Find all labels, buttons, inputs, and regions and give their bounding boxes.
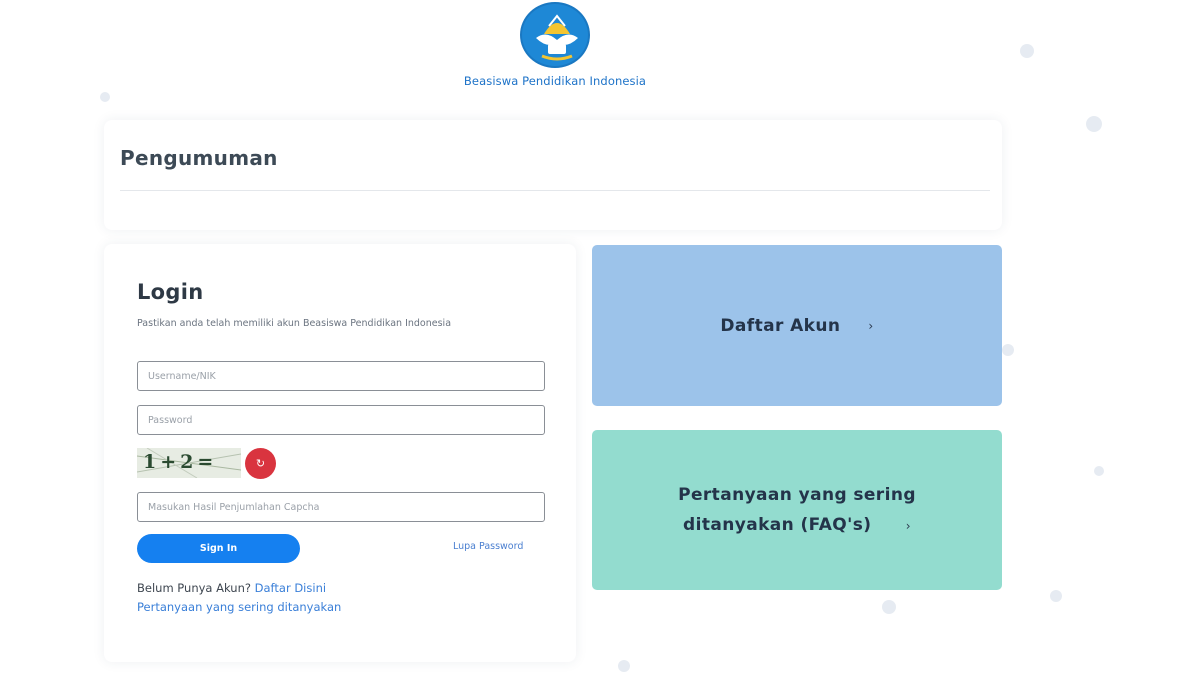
background-dot <box>100 92 110 102</box>
divider <box>120 190 990 191</box>
faq-card-line1: Pertanyaan yang sering <box>678 484 916 505</box>
refresh-icon: ↻ <box>255 458 266 470</box>
background-dot <box>1086 116 1102 132</box>
faq-card-line2-text: ditanyakan (FAQ's) <box>683 514 872 535</box>
background-dot <box>618 660 630 672</box>
captcha-text: 1+2= <box>143 451 218 473</box>
register-account-card[interactable]: Daftar Akun › <box>592 245 1002 406</box>
background-dot <box>882 600 896 614</box>
background-dot <box>1094 466 1104 476</box>
login-panel: Login Pastikan anda telah memiliki akun … <box>104 244 576 662</box>
header: Beasiswa Pendidikan Indonesia <box>430 0 680 100</box>
faq-link[interactable]: Pertanyaan yang sering ditanyakan <box>137 600 341 614</box>
login-title: Login <box>137 280 204 304</box>
announcement-panel: Pengumuman <box>104 120 1002 230</box>
sign-in-button[interactable]: Sign In <box>137 534 300 563</box>
no-account-text: Belum Punya Akun? <box>137 581 251 595</box>
faq-card[interactable]: Pertanyaan yang sering ditanyakan (FAQ's… <box>592 430 1002 590</box>
chevron-right-icon: › <box>868 318 874 333</box>
announcement-title: Pengumuman <box>120 146 278 170</box>
register-prompt: Belum Punya Akun? Daftar Disini <box>137 581 326 595</box>
captcha-answer-input[interactable] <box>137 492 545 522</box>
brand-name: Beasiswa Pendidikan Indonesia <box>463 74 647 88</box>
password-input[interactable] <box>137 405 545 435</box>
background-dot <box>1050 590 1062 602</box>
faq-card-label: Pertanyaan yang sering ditanyakan (FAQ's… <box>678 480 916 541</box>
forgot-password-link[interactable]: Lupa Password <box>453 541 523 552</box>
background-dot <box>1020 44 1034 58</box>
register-card-label: Daftar Akun <box>720 315 841 336</box>
background-dot <box>1002 344 1014 356</box>
refresh-captcha-button[interactable]: ↻ <box>245 448 276 479</box>
captcha-image: 1+2= <box>137 448 241 478</box>
username-input[interactable] <box>137 361 545 391</box>
logo-emblem-icon <box>536 14 578 61</box>
register-link[interactable]: Daftar Disini <box>255 581 326 595</box>
chevron-right-icon: › <box>905 518 911 533</box>
login-subtitle: Pastikan anda telah memiliki akun Beasis… <box>137 318 452 329</box>
tut-wuri-handayani-logo <box>520 2 590 68</box>
faq-card-line2: ditanyakan (FAQ's) › <box>678 510 916 541</box>
